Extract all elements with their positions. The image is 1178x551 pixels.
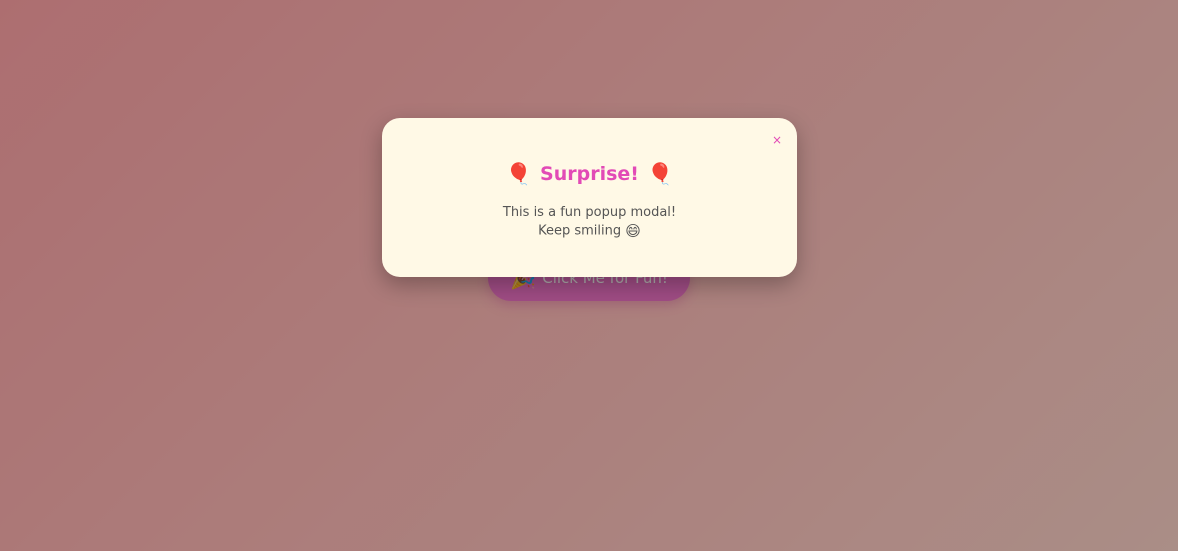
modal-message-line-2: Keep smiling 😄 bbox=[382, 222, 797, 241]
surprise-modal: × 🎈 Surprise! 🎈 This is a fun popup moda… bbox=[382, 118, 797, 277]
modal-message-text: Keep smiling bbox=[538, 223, 622, 239]
balloon-icon: 🎈 bbox=[646, 161, 674, 186]
grinning-face-icon: 😄 bbox=[625, 222, 641, 240]
modal-title: 🎈 Surprise! 🎈 bbox=[382, 158, 797, 190]
close-button[interactable]: × bbox=[769, 132, 785, 148]
balloon-icon: 🎈 bbox=[505, 161, 533, 186]
modal-title-text: Surprise! bbox=[540, 163, 639, 185]
modal-message-line-1: This is a fun popup modal! bbox=[502, 205, 677, 220]
